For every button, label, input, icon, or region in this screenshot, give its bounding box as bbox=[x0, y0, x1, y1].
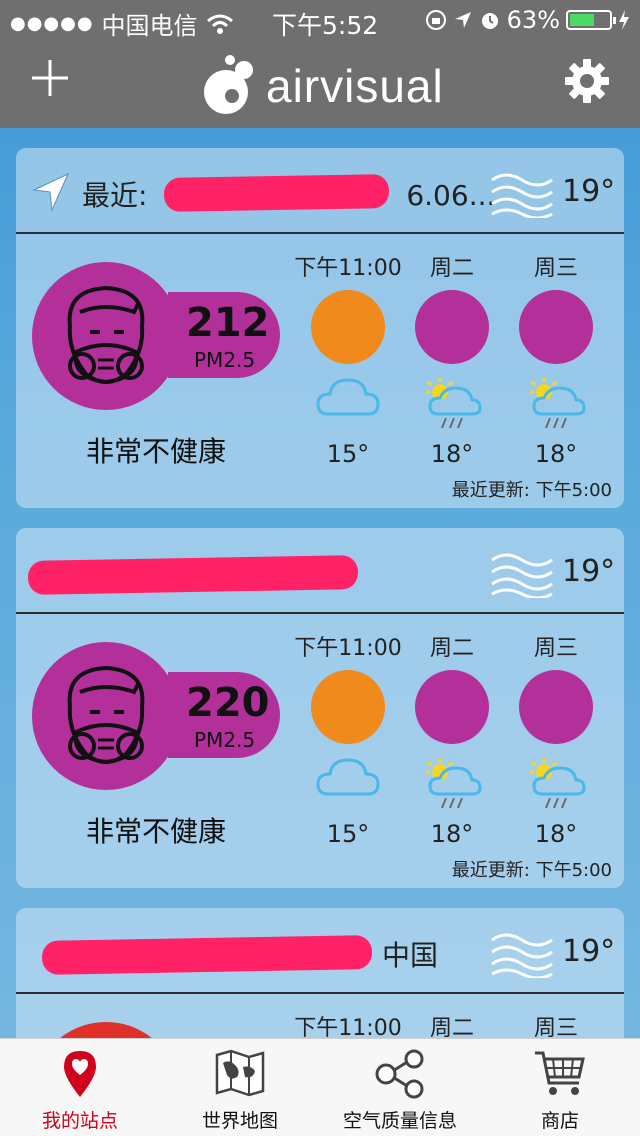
forecast-temperature: 18° bbox=[534, 820, 578, 848]
app-header: airvisual bbox=[0, 40, 640, 128]
battery-percent: 63% bbox=[506, 6, 560, 34]
cloud-icon bbox=[288, 754, 408, 814]
forecast-time: 周三 bbox=[533, 256, 578, 281]
cloud-icon bbox=[288, 374, 408, 434]
forecast-column: 下午11:00 15° bbox=[288, 250, 408, 468]
logo-text: airvisual bbox=[266, 60, 444, 112]
forecast-time: 周三 bbox=[533, 636, 578, 661]
wifi-icon bbox=[206, 14, 233, 34]
sun-rain-icon bbox=[496, 754, 616, 814]
map-icon bbox=[215, 1049, 265, 1097]
forecast-aqi-circle bbox=[519, 670, 593, 744]
current-temperature: 19° bbox=[562, 554, 616, 589]
station-card[interactable]: 19° 220 PM2.5 非常不健康 下午11:00 15° 周二 18° 周… bbox=[16, 528, 624, 888]
share-nodes-icon bbox=[375, 1049, 424, 1099]
aqi-unit: PM2.5 bbox=[194, 728, 256, 752]
wind-icon bbox=[491, 933, 553, 978]
forecast-aqi-circle bbox=[311, 670, 385, 744]
card-header: 中国 19° bbox=[16, 908, 624, 994]
forecast-aqi-circle bbox=[311, 290, 385, 364]
plus-icon bbox=[32, 60, 68, 96]
mask-face-icon bbox=[67, 665, 145, 765]
aqi-category-label: 非常不健康 bbox=[86, 815, 227, 848]
forecast-column: 下午11:00 15° bbox=[288, 630, 408, 848]
forecast-aqi-circle bbox=[519, 290, 593, 364]
wind-icon bbox=[491, 553, 553, 598]
add-location-button[interactable] bbox=[30, 58, 70, 106]
aqi-value: 212 bbox=[186, 300, 270, 346]
aqi-category-label: 非常不健康 bbox=[86, 435, 227, 468]
logo-blob-icon bbox=[204, 55, 253, 114]
wind-icon bbox=[491, 173, 553, 218]
sun-rain-icon bbox=[392, 754, 512, 814]
card-header: 最近: 6.06... 19° bbox=[16, 148, 624, 234]
forecast-column: 周二 18° bbox=[392, 250, 512, 468]
carrier-name: 中国电信 bbox=[101, 12, 198, 40]
card-header: 19° bbox=[16, 528, 624, 614]
forecast-time: 下午11:00 bbox=[294, 256, 402, 281]
station-card[interactable]: 最近: 6.06... 19° 212 PM2.5 非常不健康 下午11:00 … bbox=[16, 148, 624, 508]
charging-icon bbox=[619, 10, 629, 30]
app-logo: airvisual bbox=[200, 52, 444, 116]
forecast-column: 周三 18° bbox=[496, 630, 616, 848]
heart-pin-icon bbox=[64, 1051, 96, 1097]
forecast-temperature: 18° bbox=[430, 820, 474, 848]
signal-dots-icon: ●●●●● bbox=[10, 13, 94, 34]
tab-label: 空气质量信息 bbox=[342, 1110, 457, 1132]
status-time: 下午5:52 bbox=[272, 11, 379, 40]
tab-label: 世界地图 bbox=[201, 1110, 278, 1132]
tab-label: 我的站点 bbox=[41, 1110, 118, 1132]
current-temperature: 19° bbox=[562, 934, 616, 969]
aqi-unit: PM2.5 bbox=[194, 348, 256, 372]
redaction-mark bbox=[41, 935, 373, 975]
bottom-tab-bar: 我的站点 世界地图 空气质量信息 商店 bbox=[0, 1038, 640, 1136]
current-temperature: 19° bbox=[562, 174, 616, 209]
tab-shop[interactable]: 商店 bbox=[480, 1039, 640, 1136]
forecast-column: 周三 18° bbox=[496, 250, 616, 468]
status-left: ●●●●● 中国电信 bbox=[10, 6, 234, 41]
status-right: 63% bbox=[425, 6, 630, 34]
tab-my-stations[interactable]: 我的站点 bbox=[0, 1039, 160, 1136]
location-tail: 6.06... bbox=[406, 179, 496, 212]
last-updated: 最近更新: 下午5:00 bbox=[451, 860, 612, 881]
battery-icon bbox=[566, 10, 616, 30]
mask-face-icon bbox=[67, 285, 145, 385]
forecast-time: 周二 bbox=[429, 636, 474, 661]
location-arrow-icon bbox=[454, 12, 471, 28]
redaction-mark bbox=[27, 555, 359, 595]
settings-button[interactable] bbox=[564, 58, 610, 108]
alarm-icon bbox=[481, 13, 498, 29]
status-bar: ●●●●● 中国电信 下午5:52 63% bbox=[0, 0, 640, 40]
forecast-aqi-circle bbox=[415, 290, 489, 364]
aqi-value: 220 bbox=[186, 680, 270, 726]
gear-icon bbox=[565, 59, 609, 103]
last-updated: 最近更新: 下午5:00 bbox=[451, 480, 612, 501]
tab-label: 商店 bbox=[540, 1110, 579, 1132]
location-arrow-icon bbox=[32, 172, 70, 212]
forecast-time: 下午11:00 bbox=[294, 636, 402, 661]
cart-icon bbox=[535, 1051, 585, 1095]
forecast-aqi-circle bbox=[415, 670, 489, 744]
forecast-temperature: 15° bbox=[326, 820, 370, 848]
forecast-time: 周二 bbox=[429, 256, 474, 281]
location-label: 中国 bbox=[382, 939, 439, 972]
forecast-temperature: 18° bbox=[534, 440, 578, 468]
tab-air-quality-info[interactable]: 空气质量信息 bbox=[320, 1039, 480, 1136]
forecast-temperature: 15° bbox=[326, 440, 370, 468]
location-prefix: 最近: bbox=[82, 179, 157, 212]
forecast-temperature: 18° bbox=[430, 440, 474, 468]
redaction-mark bbox=[163, 174, 390, 212]
tab-world-map[interactable]: 世界地图 bbox=[160, 1039, 320, 1136]
sun-rain-icon bbox=[496, 374, 616, 434]
sun-rain-icon bbox=[392, 374, 512, 434]
forecast-column: 周二 18° bbox=[392, 630, 512, 848]
rotation-lock-icon bbox=[425, 10, 446, 30]
